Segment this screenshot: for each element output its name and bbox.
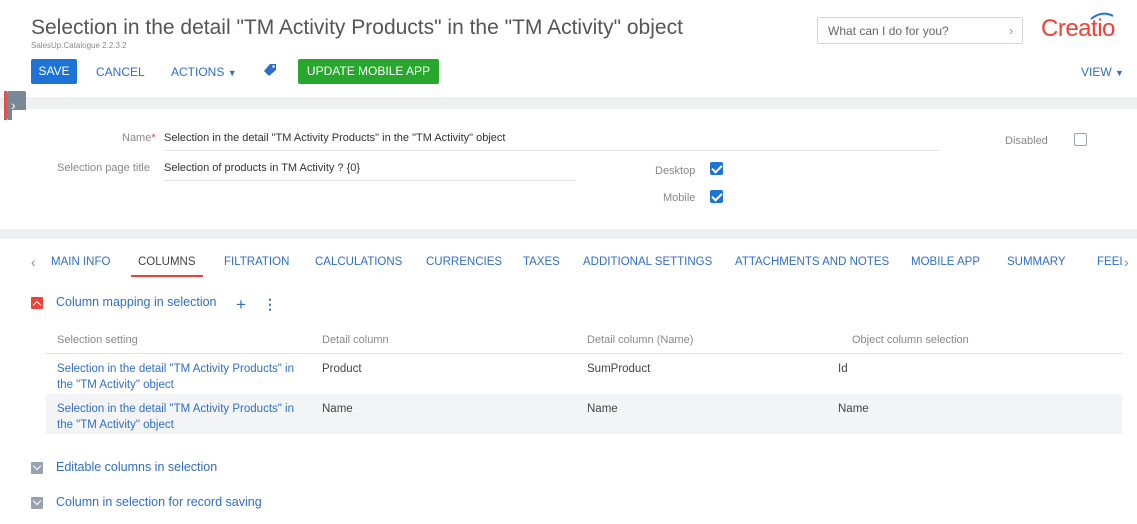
- tab-scroll-left-icon[interactable]: ‹: [31, 254, 36, 270]
- row-object-column: Name: [838, 403, 869, 415]
- section-title-column-mapping[interactable]: Column mapping in selection: [56, 295, 217, 309]
- name-field[interactable]: Selection in the detail "TM Activity Pro…: [164, 132, 505, 144]
- tab-main-info[interactable]: MAIN INFO: [51, 256, 110, 268]
- row-detail-column-name: SumProduct: [587, 363, 651, 375]
- tab-taxes[interactable]: TAXES: [523, 256, 560, 268]
- table-row[interactable]: Selection in the detail "TM Activity Pro…: [46, 394, 1122, 434]
- page-header: Selection in the detail "TM Activity Pro…: [0, 0, 1137, 97]
- section-title-record-saving-column[interactable]: Column in selection for record saving: [56, 495, 262, 509]
- more-options-icon[interactable]: ⋮: [263, 296, 277, 313]
- view-button[interactable]: VIEW ▼: [1081, 65, 1124, 79]
- column-header-detail-column[interactable]: Detail column: [322, 334, 389, 346]
- tab-currencies[interactable]: CURRENCIES: [426, 256, 502, 268]
- row-selection-setting-link[interactable]: Selection in the detail "TM Activity Pro…: [57, 401, 307, 433]
- tab-attachments-and-notes[interactable]: ATTACHMENTS AND NOTES: [735, 256, 889, 268]
- logo-swoosh-icon: [1090, 12, 1114, 20]
- tab-calculations[interactable]: CALCULATIONS: [315, 256, 402, 268]
- actions-button[interactable]: ACTIONS ▼: [171, 65, 237, 79]
- tab-additional-settings[interactable]: ADDITIONAL SETTINGS: [583, 256, 712, 268]
- tab-summary[interactable]: SUMMARY: [1007, 256, 1066, 268]
- active-tab-indicator: [131, 275, 203, 277]
- tab-filtration[interactable]: FILTRATION: [224, 256, 289, 268]
- chevron-right-icon[interactable]: ›: [1009, 23, 1013, 38]
- grid-header: Selection setting Detail column Detail c…: [46, 325, 1122, 354]
- row-detail-column: Product: [322, 363, 362, 375]
- row-detail-column-name: Name: [587, 403, 618, 415]
- expand-section-icon[interactable]: [31, 496, 43, 509]
- required-marker: *: [151, 132, 156, 144]
- column-header-object-column-selection[interactable]: Object column selection: [852, 334, 969, 346]
- table-row[interactable]: Selection in the detail "TM Activity Pro…: [46, 354, 1122, 394]
- row-object-column: Id: [838, 363, 848, 375]
- column-header-selection-setting[interactable]: Selection setting: [57, 334, 138, 346]
- name-label: Name*: [122, 132, 156, 144]
- page-title-field-underline: [164, 180, 576, 181]
- disabled-checkbox[interactable]: [1074, 133, 1087, 146]
- actions-label: ACTIONS: [171, 65, 225, 79]
- cancel-button[interactable]: CANCEL: [96, 65, 145, 79]
- mobile-label: Mobile: [663, 192, 696, 204]
- selection-page-title-label: Selection page title: [57, 162, 150, 174]
- desktop-checkbox[interactable]: [710, 162, 723, 175]
- disabled-label: Disabled: [1005, 135, 1048, 147]
- command-search-input[interactable]: What can I do for you? ›: [817, 17, 1023, 44]
- name-field-underline: [164, 150, 940, 151]
- view-label: VIEW: [1081, 65, 1112, 79]
- row-detail-column: Name: [322, 403, 353, 415]
- section-title-editable-columns[interactable]: Editable columns in selection: [56, 460, 217, 474]
- header-divider: [0, 97, 1137, 109]
- tab-columns[interactable]: COLUMNS: [138, 256, 196, 268]
- tag-icon[interactable]: [263, 63, 277, 77]
- tab-bar: MAIN INFO COLUMNS FILTRATION CALCULATION…: [0, 239, 1137, 279]
- save-button[interactable]: SAVE: [31, 59, 77, 84]
- package-version: SalesUp.Catalogue 2.2.3.2: [31, 41, 127, 50]
- record-form: Name* Selection in the detail "TM Activi…: [12, 110, 1137, 229]
- expand-section-icon[interactable]: [31, 461, 43, 474]
- search-placeholder: What can I do for you?: [828, 24, 949, 38]
- add-icon[interactable]: +: [236, 296, 246, 313]
- page-title: Selection in the detail "TM Activity Pro…: [31, 16, 683, 39]
- tab-mobile-app[interactable]: MOBILE APP: [911, 256, 980, 268]
- mobile-checkbox[interactable]: [710, 190, 723, 203]
- tab-scroll-right-icon[interactable]: ›: [1124, 254, 1129, 270]
- row-selection-setting-link[interactable]: Selection in the detail "TM Activity Pro…: [57, 361, 307, 393]
- update-mobile-app-button[interactable]: UPDATE MOBILE APP: [298, 59, 439, 84]
- tab-feed[interactable]: FEEI: [1097, 256, 1122, 268]
- caret-down-icon: ▼: [227, 68, 237, 78]
- form-divider: [0, 229, 1137, 239]
- desktop-label: Desktop: [655, 165, 696, 177]
- selection-page-title-field[interactable]: Selection of products in TM Activity ? {…: [164, 162, 360, 174]
- column-header-detail-column-name[interactable]: Detail column (Name): [587, 334, 693, 346]
- collapse-section-icon[interactable]: [31, 297, 43, 310]
- caret-down-icon: ▼: [1115, 68, 1124, 78]
